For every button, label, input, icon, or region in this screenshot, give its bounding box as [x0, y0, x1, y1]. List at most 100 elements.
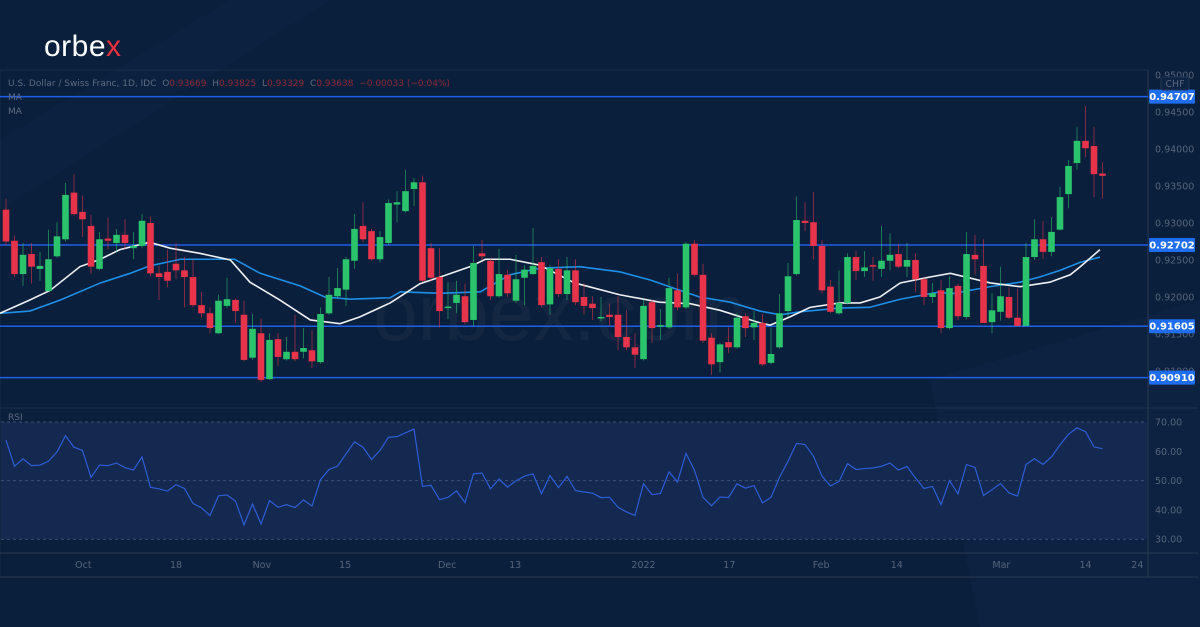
candle — [708, 333, 715, 375]
candle-body — [368, 231, 375, 260]
candle-body — [920, 279, 928, 297]
candle — [835, 270, 843, 315]
level-price-label: 0.94707 — [1149, 92, 1195, 103]
orbex-logo: orbex — [44, 30, 122, 64]
candle — [419, 175, 426, 283]
candle — [266, 333, 273, 380]
ma-legend-2[interactable]: MA — [8, 107, 22, 117]
candle — [869, 257, 877, 281]
candle-body — [512, 279, 520, 301]
rsi-pane: 70.00 60.00 50.00 40.00 30.00 — [1, 418, 1182, 546]
candle-body — [750, 322, 758, 328]
candle-body — [172, 263, 180, 271]
candle — [325, 277, 333, 315]
candle — [1005, 287, 1013, 320]
candle — [1065, 160, 1072, 209]
symbol-title: U.S. Dollar / Swiss Franc, 1D, IDC — [8, 79, 157, 89]
candle — [903, 242, 911, 278]
time-tick-label: 14 — [891, 560, 903, 571]
candle-body — [1090, 146, 1098, 175]
rsi-legend[interactable]: RSI — [8, 413, 23, 423]
candle — [716, 342, 724, 373]
candle-body — [631, 347, 639, 355]
candle — [274, 333, 282, 366]
ma-legend-1[interactable]: MA — [8, 93, 22, 103]
candle-body — [504, 274, 511, 294]
candle-body — [62, 194, 69, 240]
candle — [946, 276, 953, 330]
candle — [368, 228, 375, 261]
candle-body — [266, 339, 273, 380]
candle-body — [699, 274, 707, 341]
price-tick-label: 0.92500 — [1155, 256, 1194, 267]
candle — [189, 259, 197, 308]
candle-body — [206, 313, 214, 329]
candle-body — [971, 254, 979, 260]
candle-body — [810, 222, 817, 246]
candle — [138, 214, 146, 249]
candle-body — [215, 300, 222, 334]
candle-body — [844, 257, 851, 303]
candle — [937, 279, 945, 334]
candle-body — [827, 286, 834, 312]
candle — [920, 277, 928, 306]
candle — [640, 299, 647, 361]
candle-body — [555, 268, 562, 295]
candle — [759, 314, 766, 366]
candle — [844, 253, 851, 305]
candle — [45, 229, 52, 292]
candle — [767, 327, 775, 365]
price-tick-label: 0.94000 — [1155, 145, 1194, 156]
rsi-tick-label: 40.00 — [1155, 505, 1182, 516]
logo-x: x — [106, 30, 122, 63]
candle-body — [436, 277, 443, 312]
candle — [223, 277, 231, 309]
candle-body — [70, 192, 78, 215]
rsi-tick-label: 50.00 — [1155, 476, 1182, 487]
candle-body — [147, 223, 154, 274]
candle — [793, 196, 800, 276]
candle-body — [657, 325, 664, 327]
candle-body — [529, 265, 537, 275]
candle-body — [342, 259, 350, 290]
time-tick-label: 24 — [1131, 560, 1143, 571]
candle-body — [155, 273, 163, 278]
candle — [257, 318, 265, 383]
price-chart[interactable]: orbex.com 70.0060.0050.0040.0030.00 0.95… — [0, 0, 1200, 627]
candle-body — [45, 259, 52, 292]
candle-body — [291, 351, 299, 360]
candle — [11, 235, 18, 278]
candle-body — [334, 288, 341, 297]
candle — [359, 202, 367, 243]
candle-body — [759, 322, 766, 365]
candle-body — [563, 270, 571, 295]
candle-body — [36, 265, 44, 269]
candle — [861, 251, 868, 278]
candle — [147, 216, 154, 277]
candle-body — [1099, 173, 1106, 176]
candle — [810, 191, 817, 260]
candle-body — [623, 336, 630, 348]
candle-body — [869, 265, 877, 267]
candle-body — [648, 302, 656, 329]
candle-body — [28, 254, 35, 267]
candle — [801, 202, 809, 232]
candle — [1031, 219, 1038, 260]
candle-body — [53, 236, 61, 257]
candle-body — [240, 314, 248, 360]
candle-body — [988, 310, 996, 323]
rsi-tick-label: 60.00 — [1155, 447, 1182, 458]
rsi-tick-label: 70.00 — [1155, 418, 1182, 429]
candle-body — [589, 303, 596, 309]
candle-body — [682, 243, 690, 308]
candle-body — [521, 269, 528, 278]
level-price-label: 0.90910 — [1149, 373, 1195, 384]
candle-body — [1005, 297, 1013, 318]
candle-body — [487, 260, 494, 297]
candle — [385, 199, 392, 246]
candle-body — [385, 203, 392, 243]
candle-body — [300, 348, 307, 352]
candle-body — [104, 238, 112, 241]
candle — [198, 291, 205, 318]
candle-body — [708, 337, 715, 365]
